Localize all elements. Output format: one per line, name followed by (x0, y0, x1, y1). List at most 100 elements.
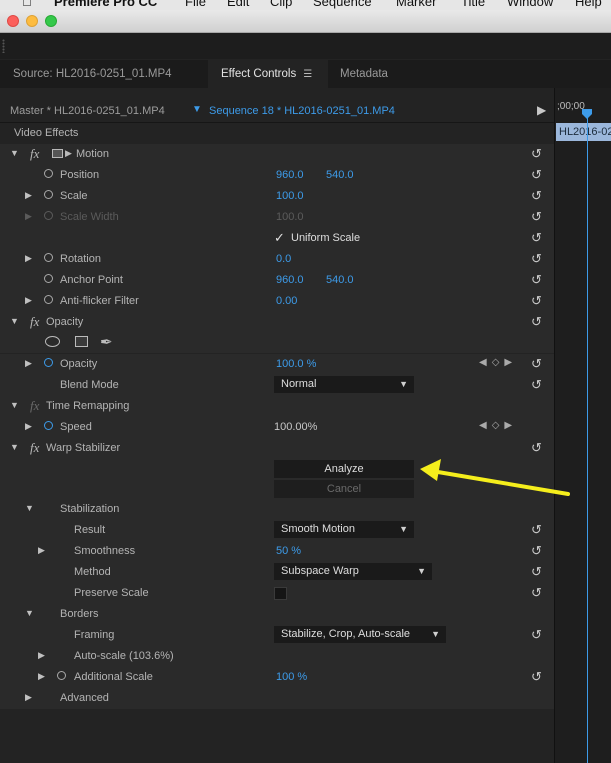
expand-triangle-icon[interactable]: ▶ (38, 671, 45, 682)
expand-triangle-icon[interactable]: ▶ (25, 358, 32, 369)
menu-file[interactable]: File (185, 0, 206, 9)
reset-rotation-icon[interactable]: ↺ (531, 251, 542, 267)
reset-preserve-scale-icon[interactable]: ↺ (531, 585, 542, 601)
cancel-button[interactable]: Cancel (274, 480, 414, 498)
preserve-scale-checkbox[interactable] (274, 587, 287, 600)
reset-position-icon[interactable]: ↺ (531, 167, 542, 183)
reset-blend-mode-icon[interactable]: ↺ (531, 377, 542, 393)
apple-icon[interactable]:  (22, 0, 32, 9)
expand-triangle-icon[interactable]: ▶ (25, 190, 32, 201)
stopwatch-icon[interactable] (44, 274, 53, 283)
expand-triangle-icon[interactable]: ▶ (25, 253, 32, 264)
param-row-uniform-scale: ✓ Uniform Scale ↺ (0, 228, 554, 249)
minimize-window-button[interactable] (26, 15, 38, 27)
menu-title[interactable]: Title (461, 0, 485, 9)
stopwatch-icon[interactable] (44, 253, 53, 262)
close-window-button[interactable] (7, 15, 19, 27)
collapse-triangle-icon[interactable]: ▼ (10, 400, 19, 410)
sequence-dropdown-icon[interactable]: ▼ (192, 104, 202, 115)
playhead-line[interactable] (587, 109, 588, 763)
expand-triangle-icon[interactable]: ▶ (25, 692, 32, 703)
keyframe-navigator-icon[interactable]: ◀◇▶ (479, 357, 517, 368)
timeline-clip[interactable]: HL2016-0251_01.MP4 (556, 123, 611, 141)
scale-value[interactable]: 100.0 (276, 190, 304, 202)
reset-motion-icon[interactable]: ↺ (531, 146, 542, 162)
speed-value[interactable]: 100.00% (274, 421, 317, 433)
blend-mode-dropdown[interactable]: Normal ▼ (274, 376, 414, 393)
method-dropdown[interactable]: Subspace Warp ▼ (274, 563, 432, 580)
anti-flicker-value[interactable]: 0.00 (276, 295, 297, 307)
position-y-value[interactable]: 540.0 (326, 169, 354, 181)
sequence-clip-label[interactable]: Sequence 18 * HL2016-0251_01.MP4 (209, 105, 395, 117)
maximize-window-button[interactable] (45, 15, 57, 27)
smoothness-value[interactable]: 50 % (276, 545, 301, 557)
panel-menu-icon[interactable]: ☰ (303, 61, 312, 89)
tab-source[interactable]: Source: HL2016-0251_01.MP4 (13, 60, 172, 88)
analyze-button[interactable]: Analyze (274, 460, 414, 478)
framing-label: Framing (74, 629, 115, 641)
reset-anti-flicker-icon[interactable]: ↺ (531, 293, 542, 309)
menu-marker[interactable]: Marker (396, 0, 436, 9)
stopwatch-icon[interactable] (44, 169, 53, 178)
anchor-y-value[interactable]: 540.0 (326, 274, 354, 286)
reset-opacity-effect-icon[interactable]: ↺ (531, 314, 542, 330)
expand-triangle-icon[interactable]: ▶ (38, 650, 45, 661)
stopwatch-active-icon[interactable] (44, 421, 53, 430)
stopwatch-icon[interactable] (44, 295, 53, 304)
reset-result-icon[interactable]: ↺ (531, 522, 542, 538)
ellipse-mask-icon[interactable] (45, 336, 60, 347)
menu-edit[interactable]: Edit (227, 0, 249, 9)
collapse-triangle-icon[interactable]: ▼ (10, 148, 19, 158)
pen-mask-icon[interactable]: ✒ (100, 333, 113, 351)
framing-dropdown[interactable]: Stabilize, Crop, Auto-scale ▼ (274, 626, 446, 643)
opacity-value[interactable]: 100.0 % (276, 358, 316, 370)
position-x-value[interactable]: 960.0 (276, 169, 304, 181)
expand-triangle-icon[interactable]: ▶ (25, 295, 32, 306)
uniform-scale-checkbox[interactable]: ✓ (274, 230, 285, 246)
menu-clip[interactable]: Clip (270, 0, 292, 9)
collapse-triangle-icon[interactable]: ▼ (25, 503, 34, 513)
anchor-x-value[interactable]: 960.0 (276, 274, 304, 286)
reset-scale-icon[interactable]: ↺ (531, 188, 542, 204)
effect-controls-timeline[interactable]: ;00;00 HL2016-0251_01.MP4 (554, 88, 611, 763)
expand-triangle-icon[interactable]: ▶ (38, 545, 45, 556)
reset-scale-width-icon[interactable]: ↺ (531, 209, 542, 225)
drag-grip-icon[interactable] (2, 39, 5, 53)
fx-toggle-icon[interactable]: fx (30, 440, 39, 456)
reset-anchor-point-icon[interactable]: ↺ (531, 272, 542, 288)
master-clip-label[interactable]: Master * HL2016-0251_01.MP4 (10, 105, 165, 117)
rectangle-mask-icon[interactable] (75, 336, 88, 347)
stopwatch-icon[interactable] (57, 671, 66, 680)
menu-sequence[interactable]: Sequence (313, 0, 372, 9)
rotation-value[interactable]: 0.0 (276, 253, 291, 265)
effect-row-motion[interactable]: ▼ fx ▶ Motion ↺ (0, 144, 554, 165)
reset-opacity-icon[interactable]: ↺ (531, 356, 542, 372)
fx-toggle-icon[interactable]: fx (30, 146, 39, 162)
reset-framing-icon[interactable]: ↺ (531, 627, 542, 643)
additional-scale-value[interactable]: 100 % (276, 671, 307, 683)
collapse-triangle-icon[interactable]: ▼ (10, 442, 19, 452)
reset-warp-stabilizer-icon[interactable]: ↺ (531, 440, 542, 456)
tab-metadata[interactable]: Metadata (340, 60, 388, 88)
stopwatch-icon[interactable] (44, 190, 53, 199)
menu-help[interactable]: Help (575, 0, 602, 9)
menu-app-name[interactable]: Premiere Pro CC (54, 0, 157, 9)
keyframe-navigator-icon[interactable]: ◀◇▶ (479, 420, 517, 431)
reset-method-icon[interactable]: ↺ (531, 564, 542, 580)
effect-row-opacity[interactable]: ▼ fx Opacity ↺ (0, 312, 554, 333)
fx-toggle-icon[interactable]: fx (30, 314, 39, 330)
collapse-triangle-icon[interactable]: ▼ (10, 316, 19, 326)
expand-triangle-icon[interactable]: ▶ (25, 421, 32, 432)
tab-effect-controls[interactable]: Effect Controls ☰ (208, 60, 328, 88)
reset-additional-scale-icon[interactable]: ↺ (531, 669, 542, 685)
result-dropdown[interactable]: Smooth Motion ▼ (274, 521, 414, 538)
effect-row-time-remapping[interactable]: ▼ fx Time Remapping (0, 396, 554, 417)
reset-smoothness-icon[interactable]: ↺ (531, 543, 542, 559)
menu-window[interactable]: Window (507, 0, 553, 9)
toggle-timeline-arrow-icon[interactable]: ▶ (537, 103, 546, 117)
collapse-triangle-icon[interactable]: ▼ (25, 608, 34, 618)
reset-uniform-scale-icon[interactable]: ↺ (531, 230, 542, 246)
transform-box-icon[interactable] (52, 149, 63, 158)
stopwatch-active-icon[interactable] (44, 358, 53, 367)
borders-label: Borders (60, 608, 99, 620)
